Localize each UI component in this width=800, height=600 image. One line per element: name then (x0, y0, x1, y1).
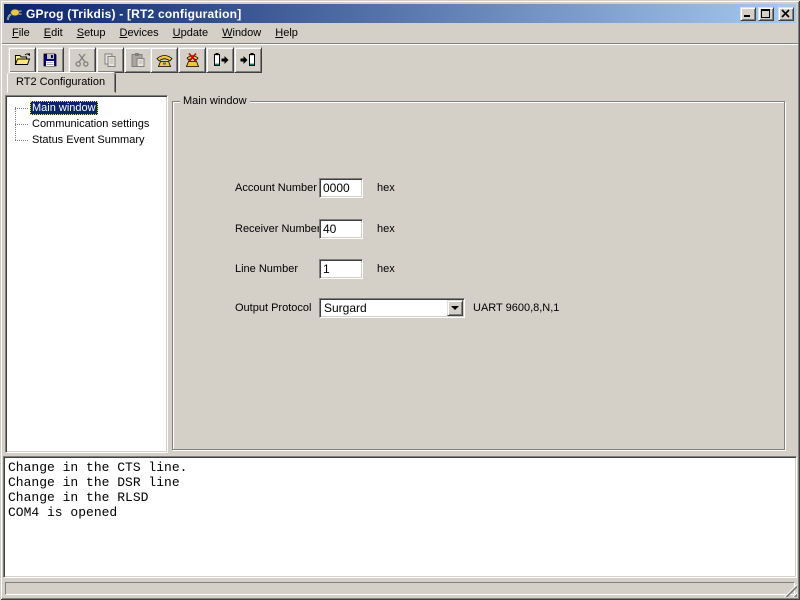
close-icon (781, 9, 791, 18)
window-title: GProg (Trikdis) - [RT2 configuration] (26, 7, 740, 21)
minimize-icon (743, 9, 753, 18)
floppy-disk-icon (42, 52, 58, 68)
account-number-row: Account Number hex (173, 178, 784, 198)
menu-window[interactable]: Window (216, 25, 267, 41)
tree-connector (15, 108, 28, 109)
close-button[interactable] (778, 7, 794, 21)
tree-item-label: Main window (30, 101, 98, 115)
statusbar (3, 580, 797, 597)
receiver-number-unit: hex (377, 223, 395, 235)
log-line: Change in the RLSD (8, 490, 792, 505)
status-text (5, 582, 795, 595)
tree-item-communication-settings[interactable]: Communication settings (6, 116, 167, 132)
output-protocol-dropdown[interactable]: Surgard (319, 298, 465, 318)
minimize-button[interactable] (740, 7, 756, 21)
output-protocol-label: Output Protocol (235, 302, 311, 314)
account-number-unit: hex (377, 182, 395, 194)
tree-item-label: Communication settings (30, 117, 151, 131)
line-number-label: Line Number (235, 263, 298, 275)
tree-item-label: Status Event Summary (30, 133, 147, 147)
line-number-unit: hex (377, 263, 395, 275)
copy-pages-icon (102, 52, 118, 68)
write-device-button[interactable] (234, 47, 262, 73)
menu-update[interactable]: Update (167, 25, 214, 41)
menubar: File Edit Setup Devices Update Window He… (4, 24, 796, 42)
scissors-icon (74, 52, 90, 68)
log-line: Change in the CTS line. (8, 460, 792, 475)
tree-item-status-event-summary[interactable]: Status Event Summary (6, 132, 167, 148)
tree-connector (15, 124, 28, 125)
app-icon (6, 6, 22, 22)
receiver-number-label: Receiver Number (235, 223, 321, 235)
output-protocol-dropdown-button[interactable] (447, 300, 463, 316)
open-folder-icon (14, 52, 31, 68)
config-tree: Main window Communication settings Statu… (5, 95, 168, 453)
copy-button (96, 47, 124, 73)
chevron-down-icon (451, 306, 459, 310)
account-number-input[interactable] (319, 178, 363, 198)
tab-label: RT2 Configuration (16, 76, 105, 88)
menu-devices[interactable]: Devices (113, 25, 164, 41)
tree-item-main-window[interactable]: Main window (6, 100, 167, 116)
receiver-number-row: Receiver Number hex (173, 219, 784, 239)
line-number-row: Line Number hex (173, 259, 784, 279)
cut-button (68, 47, 96, 73)
account-number-label: Account Number (235, 182, 317, 194)
menu-help[interactable]: Help (269, 25, 304, 41)
device-arrow-out-icon (212, 52, 229, 68)
output-protocol-row: Output Protocol Surgard UART 9600,8,N,1 (173, 298, 784, 318)
receiver-number-input[interactable] (319, 219, 363, 239)
clipboard-paste-icon (130, 52, 146, 68)
menu-setup[interactable]: Setup (71, 25, 112, 41)
log-line: Change in the DSR line (8, 475, 792, 490)
event-log[interactable]: Change in the CTS line. Change in the DS… (3, 456, 797, 578)
connect-button[interactable] (150, 47, 178, 73)
disconnect-button[interactable] (178, 47, 206, 73)
groupbox-title: Main window (180, 95, 250, 107)
paste-button (124, 47, 152, 73)
output-protocol-value: Surgard (320, 301, 447, 315)
menu-edit[interactable]: Edit (38, 25, 69, 41)
arrow-into-device-icon (240, 52, 257, 68)
tree-connector (15, 140, 28, 141)
telephone-icon (156, 52, 173, 68)
maximize-icon (761, 9, 771, 18)
main-window-groupbox: Main window Account Number hex Receiver … (172, 101, 785, 450)
app-window: GProg (Trikdis) - [RT2 configuration] Fi… (0, 0, 800, 600)
tab-rt2-configuration[interactable]: RT2 Configuration (7, 72, 116, 93)
toolbar (2, 43, 798, 72)
uart-settings-text: UART 9600,8,N,1 (473, 302, 559, 314)
line-number-input[interactable] (319, 259, 363, 279)
read-device-button[interactable] (206, 47, 234, 73)
log-line: COM4 is opened (8, 505, 792, 520)
telephone-hangup-icon (184, 52, 201, 68)
save-button[interactable] (36, 47, 64, 73)
maximize-button[interactable] (758, 7, 774, 21)
open-button[interactable] (8, 47, 36, 73)
menu-file[interactable]: File (6, 25, 36, 41)
titlebar: GProg (Trikdis) - [RT2 configuration] (4, 4, 796, 23)
